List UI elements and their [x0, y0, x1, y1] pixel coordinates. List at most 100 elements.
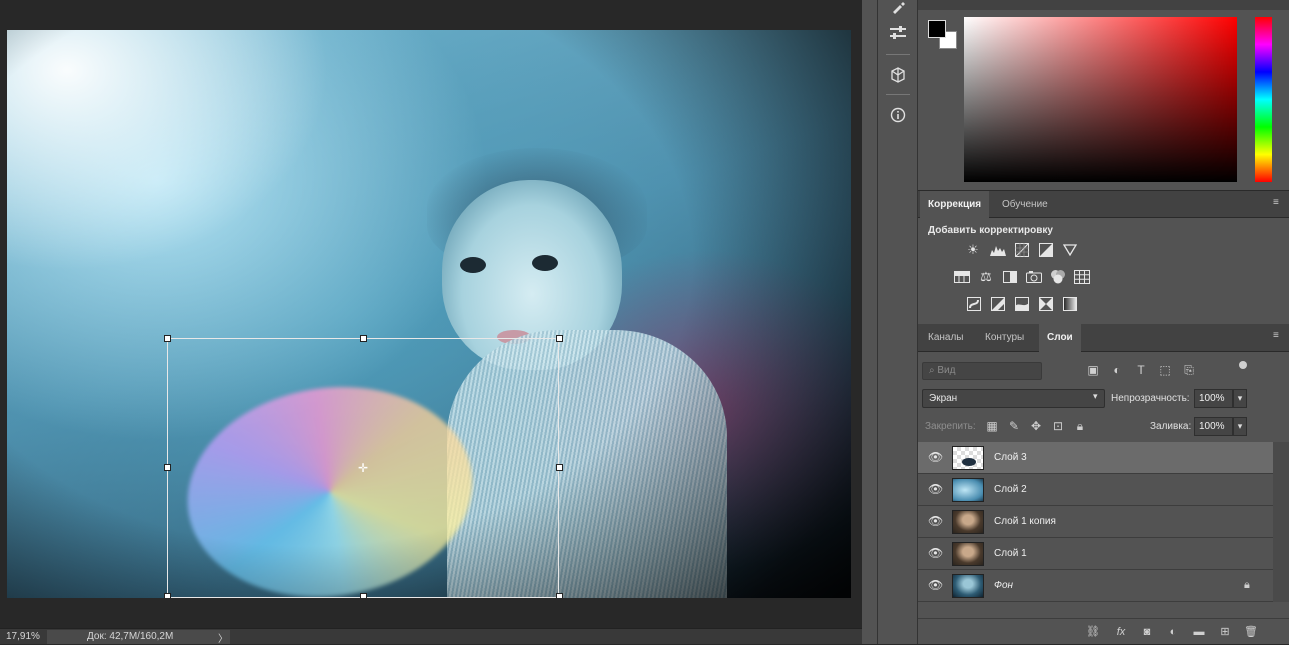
document-area[interactable]: ✛ [0, 0, 862, 628]
opacity-label: Непрозрачность: [1111, 393, 1190, 404]
status-menu-arrow-icon[interactable]: 〉 [218, 630, 228, 645]
threshold-icon[interactable] [1013, 296, 1031, 312]
3d-icon[interactable] [878, 60, 918, 90]
new-layer-icon[interactable]: ⊞ [1217, 625, 1233, 639]
lock-transparent-pixels-icon[interactable]: ▦ [984, 418, 1000, 434]
transform-center-icon[interactable]: ✛ [357, 462, 369, 474]
layer-filter-select[interactable]: ⌕ Вид [922, 362, 1042, 380]
layer-row-sloy-1[interactable]: 👁︎ Слой 1 [918, 538, 1273, 570]
channel-mixer-icon[interactable] [1049, 269, 1067, 285]
layers-list: 👁︎ Слой 3 👁︎ Слой 2 👁︎ Слой 1 копия 👁︎ С… [918, 442, 1273, 602]
transform-handle-right[interactable] [556, 464, 563, 471]
right-panels: Коррекция Обучение ≡ Добавить корректиро… [918, 0, 1289, 644]
lock-position-icon[interactable]: ✥ [1028, 418, 1044, 434]
filter-smart-object-icon[interactable]: ⎘ [1180, 362, 1198, 378]
selective-color-icon[interactable] [1037, 296, 1055, 312]
lock-image-pixels-icon[interactable]: ✎ [1006, 418, 1022, 434]
document-scrollbar[interactable] [862, 0, 877, 644]
layer-thumbnail [952, 446, 984, 470]
foreground-color-swatch[interactable] [928, 20, 946, 38]
layer-style-icon[interactable]: fx [1113, 625, 1129, 639]
color-picker-field[interactable] [964, 17, 1237, 182]
black-white-icon[interactable] [1001, 269, 1019, 285]
filter-adjustment-icon[interactable]: ◐ [1108, 362, 1126, 378]
layer-name: Слой 2 [994, 484, 1027, 495]
vibrance-icon[interactable] [1061, 242, 1079, 258]
layers-scrollbar[interactable] [1273, 442, 1289, 602]
lock-artboard-icon[interactable]: ⊡ [1050, 418, 1066, 434]
filter-pixel-icon[interactable]: ▣ [1084, 362, 1102, 378]
levels-icon[interactable] [989, 242, 1007, 258]
add-mask-icon[interactable]: ◙ [1139, 625, 1155, 639]
hue-slider[interactable] [1255, 17, 1272, 182]
hue-saturation-icon[interactable] [953, 269, 971, 285]
lock-label: Закрепить: [925, 421, 976, 432]
brightness-contrast-icon[interactable]: ☀ [964, 242, 982, 258]
transform-handle-bottom-right[interactable] [556, 593, 563, 598]
invert-icon[interactable] [965, 296, 983, 312]
color-balance-icon[interactable]: ⚖ [977, 269, 995, 285]
eye-icon[interactable]: 👁︎ [928, 547, 943, 559]
filter-toggle-icon[interactable] [1239, 361, 1247, 369]
layer-filter-label: Вид [937, 365, 956, 376]
layer-thumbnail [952, 510, 984, 534]
filter-type-icon[interactable]: T [1132, 362, 1150, 378]
chevron-down-icon[interactable]: ▾ [1093, 391, 1098, 402]
tab-paths[interactable]: Контуры [977, 324, 1032, 352]
opacity-input[interactable]: 100% [1194, 389, 1233, 408]
lock-all-icon[interactable]: 🔒︎ [1072, 418, 1088, 434]
transform-handle-top-left[interactable] [164, 335, 171, 342]
link-layers-icon[interactable]: ⛓ [1085, 625, 1101, 639]
layer-row-fon[interactable]: 👁︎ Фон 🔒︎ [918, 570, 1273, 602]
transform-handle-top-right[interactable] [556, 335, 563, 342]
info-icon[interactable] [878, 100, 918, 130]
tab-layers[interactable]: Слои [1039, 324, 1081, 352]
layer-thumbnail [952, 478, 984, 502]
panel-menu-icon[interactable]: ≡ [1273, 198, 1283, 208]
layer-row-sloy-1-kopiya[interactable]: 👁︎ Слой 1 копия [918, 506, 1273, 538]
photo-filter-icon[interactable] [1025, 269, 1043, 285]
layer-name: Фон [994, 580, 1014, 591]
eye-icon[interactable]: 👁︎ [928, 451, 943, 463]
layer-thumbnail [952, 542, 984, 566]
gradient-map-icon[interactable] [1061, 296, 1079, 312]
zoom-level[interactable]: 17,91% [6, 631, 40, 642]
layers-footer: ⛓ fx ◙ ◐ ▬ ⊞ 🗑︎ [918, 618, 1289, 644]
chevron-down-icon[interactable]: ▾ [1233, 417, 1247, 436]
posterize-icon[interactable] [989, 296, 1007, 312]
layer-name: Слой 3 [994, 452, 1027, 463]
layer-name: Слой 1 [994, 548, 1027, 559]
layer-thumbnail [952, 574, 984, 598]
panel-menu-icon[interactable]: ≡ [1273, 331, 1283, 341]
layer-name: Слой 1 копия [994, 516, 1056, 527]
tab-channels[interactable]: Каналы [920, 324, 972, 352]
chevron-down-icon[interactable]: ▾ [1233, 389, 1247, 408]
properties-icon[interactable] [878, 18, 918, 48]
eye-icon[interactable]: 👁︎ [928, 579, 943, 591]
color-lookup-icon[interactable] [1073, 269, 1091, 285]
layer-row-sloy-2[interactable]: 👁︎ Слой 2 [918, 474, 1273, 506]
eye-icon[interactable]: 👁︎ [928, 515, 943, 527]
lock-icon[interactable]: 🔒︎ [1244, 579, 1256, 591]
tab-adjustments[interactable]: Коррекция [920, 191, 990, 218]
layer-row-sloy-3[interactable]: 👁︎ Слой 3 [918, 442, 1273, 474]
layers-tabbar: Каналы Контуры Слои ≡ [918, 324, 1289, 352]
transform-handle-top[interactable] [360, 335, 367, 342]
new-adjustment-layer-icon[interactable]: ◐ [1165, 625, 1181, 639]
curves-icon[interactable] [1013, 242, 1031, 258]
doc-size-info: Док: 42,7M/160,2M [87, 631, 174, 642]
fill-input[interactable]: 100% [1194, 417, 1233, 436]
transform-handle-left[interactable] [164, 464, 171, 471]
blend-mode-select[interactable]: Экран [922, 389, 1105, 408]
new-group-icon[interactable]: ▬ [1191, 625, 1207, 639]
color-panel-tabbar [918, 0, 1289, 10]
transform-handle-bottom-left[interactable] [164, 593, 171, 598]
toolstrip-separator [886, 54, 910, 55]
tab-learn[interactable]: Обучение [994, 191, 1056, 218]
image-canvas[interactable]: ✛ [7, 30, 851, 598]
transform-handle-bottom[interactable] [360, 593, 367, 598]
exposure-icon[interactable] [1037, 242, 1055, 258]
eye-icon[interactable]: 👁︎ [928, 483, 943, 495]
delete-layer-icon[interactable]: 🗑︎ [1243, 625, 1259, 639]
filter-shape-icon[interactable]: ⬚ [1156, 362, 1174, 378]
